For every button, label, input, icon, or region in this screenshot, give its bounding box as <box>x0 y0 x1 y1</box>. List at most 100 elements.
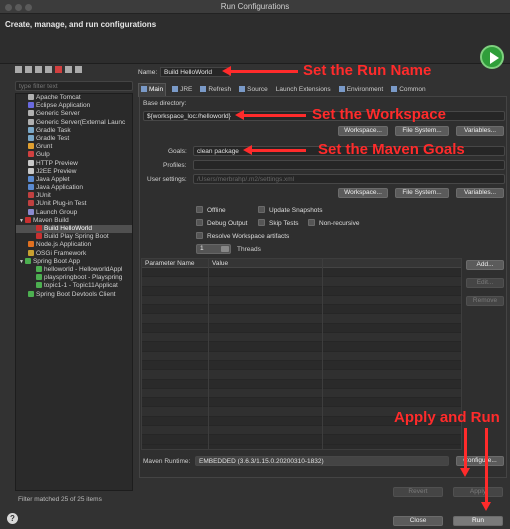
tree-item[interactable]: Generic Server(External Launc <box>16 118 132 127</box>
tree-item[interactable]: Spring Boot Devtools Client <box>16 290 132 299</box>
table-row[interactable] <box>142 314 461 324</box>
tree-item[interactable]: Java Applet <box>16 175 132 184</box>
tree-item[interactable]: Generic Server <box>16 110 132 118</box>
checkbox-box[interactable] <box>196 219 203 226</box>
tree-item[interactable]: HTTP Preview <box>16 159 132 168</box>
table-row[interactable] <box>142 324 461 334</box>
remove-parameter-button[interactable]: Remove <box>466 296 504 306</box>
file-system-button[interactable]: File System... <box>395 126 449 136</box>
tab-environment[interactable]: Environment <box>337 84 386 96</box>
new-config-icon[interactable] <box>15 66 22 73</box>
tree-item[interactable]: Java Application <box>16 184 132 192</box>
table-row[interactable] <box>142 333 461 343</box>
tree-item[interactable]: helloworld - HelloworldAppl <box>16 265 132 274</box>
duplicate-icon[interactable] <box>45 66 52 73</box>
checkbox-box[interactable] <box>258 219 265 226</box>
skip-tests-checkbox[interactable]: Skip Tests <box>258 219 299 227</box>
user-settings-input[interactable]: /Users/merbrahp/.m2/settings.xml <box>193 174 505 184</box>
settings-file-system-button[interactable]: File System... <box>395 188 449 198</box>
tree-item[interactable]: Gradle Task <box>16 126 132 135</box>
tree-item[interactable]: JUnit <box>16 192 132 200</box>
tab-common[interactable]: Common <box>389 84 427 96</box>
checkbox-box[interactable] <box>196 206 203 213</box>
profiles-input[interactable] <box>193 160 505 170</box>
new-prototype-icon[interactable] <box>25 66 32 73</box>
tab-main[interactable]: Main <box>138 83 167 97</box>
config-tree[interactable]: Apache Tomcat Eclipse Application Generic … <box>15 93 133 491</box>
tab-label: Refresh <box>208 86 232 93</box>
tree-item[interactable]: Gradle Test <box>16 134 132 143</box>
settings-workspace-button[interactable]: Workspace... <box>338 188 388 198</box>
tree-item[interactable]: J2EE Preview <box>16 167 132 176</box>
tab-source[interactable]: Source <box>237 84 270 96</box>
table-row[interactable] <box>142 342 461 352</box>
threads-spinner[interactable]: 1 <box>196 244 231 254</box>
preview-icon <box>28 159 34 166</box>
tree-item[interactable]: Gulp <box>16 151 132 159</box>
close-button[interactable]: Close <box>393 516 443 526</box>
add-parameter-button[interactable]: Add... <box>466 260 504 270</box>
tree-item[interactable]: Apache Tomcat <box>16 94 132 102</box>
annotation-arrow <box>243 114 306 117</box>
apply-button[interactable]: Apply <box>453 487 503 497</box>
settings-variables-button[interactable]: Variables... <box>456 188 504 198</box>
revert-button[interactable]: Revert <box>393 487 443 497</box>
tree-item[interactable]: Eclipse Application <box>16 102 132 110</box>
offline-checkbox[interactable]: Offline <box>196 206 226 214</box>
tree-item[interactable]: playspringboot - Playspring <box>16 274 132 282</box>
table-row[interactable] <box>142 380 461 389</box>
checkbox-box[interactable] <box>196 232 203 239</box>
variables-button[interactable]: Variables... <box>456 126 504 136</box>
tree-item[interactable]: topic1-1 - Topic11Applicat <box>16 282 132 290</box>
tree-item[interactable]: Build HelloWorld <box>16 225 132 234</box>
update-snapshots-checkbox[interactable]: Update Snapshots <box>258 206 322 214</box>
tab-jre[interactable]: JRE <box>170 84 194 96</box>
checkbox-box[interactable] <box>308 219 315 226</box>
table-row[interactable] <box>142 388 461 399</box>
refresh-icon <box>200 86 207 92</box>
delete-icon[interactable] <box>55 66 62 73</box>
table-row[interactable] <box>142 351 461 361</box>
table-row[interactable] <box>142 305 461 315</box>
tab-launch-extensions[interactable]: Launch Extensions <box>274 84 333 96</box>
table-row[interactable] <box>142 398 461 408</box>
debug-output-checkbox[interactable]: Debug Output <box>196 219 247 227</box>
table-row[interactable] <box>142 435 461 445</box>
run-button[interactable]: Run <box>453 516 503 526</box>
spinner-arrows-icon[interactable] <box>221 246 229 252</box>
table-row[interactable] <box>142 426 461 436</box>
help-icon[interactable]: ? <box>7 513 18 524</box>
tree-item[interactable]: ▼ Maven Build <box>16 216 132 225</box>
table-row[interactable] <box>142 277 461 287</box>
filter-input[interactable] <box>15 81 133 91</box>
expand-icon[interactable]: ▼ <box>19 259 24 265</box>
tree-item[interactable]: Node.js Application <box>16 241 132 249</box>
filter-icon[interactable] <box>75 66 82 73</box>
expand-icon[interactable]: ▼ <box>19 218 24 224</box>
export-icon[interactable] <box>35 66 42 73</box>
tree-item[interactable]: Build Play Spring Boot <box>16 233 132 241</box>
non-recursive-checkbox[interactable]: Non-recursive <box>308 219 359 227</box>
table-row[interactable] <box>142 361 461 371</box>
goals-label: Goals: <box>168 148 187 155</box>
tree-item[interactable]: JUnit Plug-in Test <box>16 200 132 208</box>
table-row[interactable] <box>142 268 461 278</box>
checkbox-box[interactable] <box>258 206 265 213</box>
resolve-workspace-checkbox[interactable]: Resolve Workspace artifacts <box>196 232 289 240</box>
table-row[interactable] <box>142 295 461 306</box>
tree-item[interactable]: OSGi Framework <box>16 249 132 258</box>
collapse-all-icon[interactable] <box>65 66 72 73</box>
server-icon <box>28 118 34 125</box>
edit-parameter-button[interactable]: Edit... <box>466 278 504 288</box>
table-row[interactable] <box>142 370 461 380</box>
tree-item[interactable]: Grunt <box>16 143 132 151</box>
tree-item[interactable]: Launch Group <box>16 208 132 217</box>
tab-refresh[interactable]: Refresh <box>198 84 233 96</box>
table-row[interactable] <box>142 287 461 296</box>
tree-item[interactable]: ▼ Spring Boot App <box>16 257 132 266</box>
name-input[interactable]: Build HelloWorld <box>160 67 230 77</box>
window-title: Run Configurations <box>220 2 290 11</box>
environment-icon <box>338 86 345 92</box>
maven-runtime-select[interactable]: EMBEDDED (3.6.3/1.15.0.20200310-1832) <box>195 456 449 466</box>
workspace-button[interactable]: Workspace... <box>338 126 388 136</box>
